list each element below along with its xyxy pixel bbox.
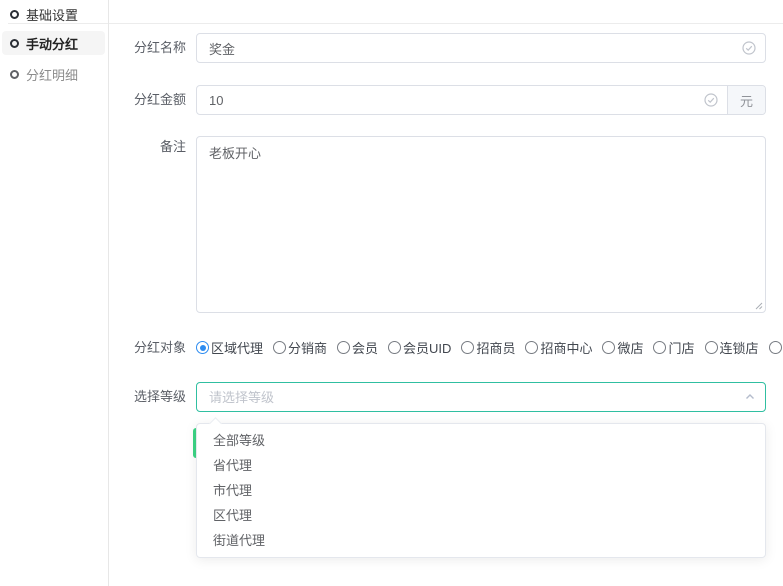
radio-icon	[705, 341, 718, 354]
radio-label: 会员UID	[403, 338, 451, 357]
sidebar-item-basic-settings[interactable]: 基础设置	[2, 2, 105, 26]
radio-label: 招商中心	[540, 338, 592, 357]
radio-label: 连锁店	[720, 338, 759, 357]
radio-option[interactable]: 区域代理	[196, 338, 263, 357]
dividend-amount-input-wrap	[197, 86, 727, 114]
radio-selected-icon	[196, 341, 209, 354]
dropdown-option[interactable]: 市代理	[197, 478, 765, 503]
dividend-name-field	[196, 33, 766, 63]
dividend-target-label: 分红对象	[110, 340, 186, 355]
sidebar-item-manual-dividend[interactable]: 手动分红	[2, 31, 105, 55]
dropdown-option[interactable]: 省代理	[197, 453, 765, 478]
radio-option[interactable]: 连锁店	[705, 338, 759, 357]
remark-label: 备注	[110, 132, 186, 162]
circle-check-icon	[742, 41, 756, 55]
radio-label: 门店	[668, 338, 694, 357]
menu-dot-icon	[10, 39, 19, 48]
radio-icon	[653, 341, 666, 354]
radio-option[interactable]: 分销商	[273, 338, 327, 357]
radio-icon	[388, 341, 401, 354]
app-container: 基础设置 手动分红 分红明细 分红名称 分红金额 元 备注 老板开心	[0, 0, 783, 586]
sidebar-item-label: 基础设置	[26, 5, 78, 24]
dividend-name-input[interactable]	[197, 34, 765, 62]
radio-icon	[769, 341, 782, 354]
radio-option[interactable]: 微店	[602, 338, 643, 357]
sidebar-divider	[108, 0, 109, 586]
level-dropdown: 全部等级 省代理 市代理 区代理 街道代理	[196, 423, 766, 558]
radio-option[interactable]: 招商中心	[525, 338, 592, 357]
radio-icon	[525, 341, 538, 354]
remark-field: 老板开心	[196, 136, 766, 313]
circle-check-icon	[704, 93, 718, 107]
sidebar-item-dividend-details[interactable]: 分红明细	[2, 62, 105, 86]
level-select[interactable]	[196, 382, 766, 412]
level-select-input[interactable]	[197, 383, 765, 411]
radio-icon	[273, 341, 286, 354]
dropdown-option[interactable]: 区代理	[197, 503, 765, 528]
radio-option[interactable]: 供应商	[769, 338, 783, 357]
remark-textarea[interactable]: 老板开心	[197, 137, 765, 312]
resize-handle-icon[interactable]	[753, 300, 763, 310]
radio-label: 会员	[352, 338, 378, 357]
radio-option[interactable]: 会员UID	[388, 338, 451, 357]
radio-option[interactable]: 会员	[337, 338, 378, 357]
dividend-amount-field: 元	[196, 85, 766, 115]
dropdown-option[interactable]: 全部等级	[197, 428, 765, 453]
radio-label: 招商员	[476, 338, 515, 357]
radio-label: 区域代理	[211, 338, 263, 357]
radio-icon	[461, 341, 474, 354]
menu-dot-icon	[10, 70, 19, 79]
radio-icon	[337, 341, 350, 354]
dividend-amount-label: 分红金额	[110, 85, 186, 115]
dividend-name-label: 分红名称	[110, 33, 186, 63]
sidebar: 基础设置 手动分红 分红明细	[0, 0, 108, 586]
dividend-target-radio-group: 区域代理 分销商 会员 会员UID 招商员 招商中心 微店 门店 连锁店 供应商	[196, 340, 783, 355]
menu-dot-icon	[10, 10, 19, 19]
chevron-up-icon[interactable]	[744, 391, 756, 403]
radio-icon	[602, 341, 615, 354]
sidebar-item-label: 手动分红	[26, 34, 78, 53]
dividend-amount-input[interactable]	[197, 86, 727, 114]
radio-label: 微店	[617, 338, 643, 357]
sidebar-item-label: 分红明细	[26, 65, 78, 84]
radio-option[interactable]: 招商员	[461, 338, 515, 357]
amount-unit-append: 元	[727, 86, 765, 114]
dropdown-option[interactable]: 街道代理	[197, 528, 765, 553]
level-select-label: 选择等级	[110, 382, 186, 412]
content-top-divider	[8, 23, 783, 24]
radio-option[interactable]: 门店	[653, 338, 694, 357]
radio-label: 分销商	[288, 338, 327, 357]
